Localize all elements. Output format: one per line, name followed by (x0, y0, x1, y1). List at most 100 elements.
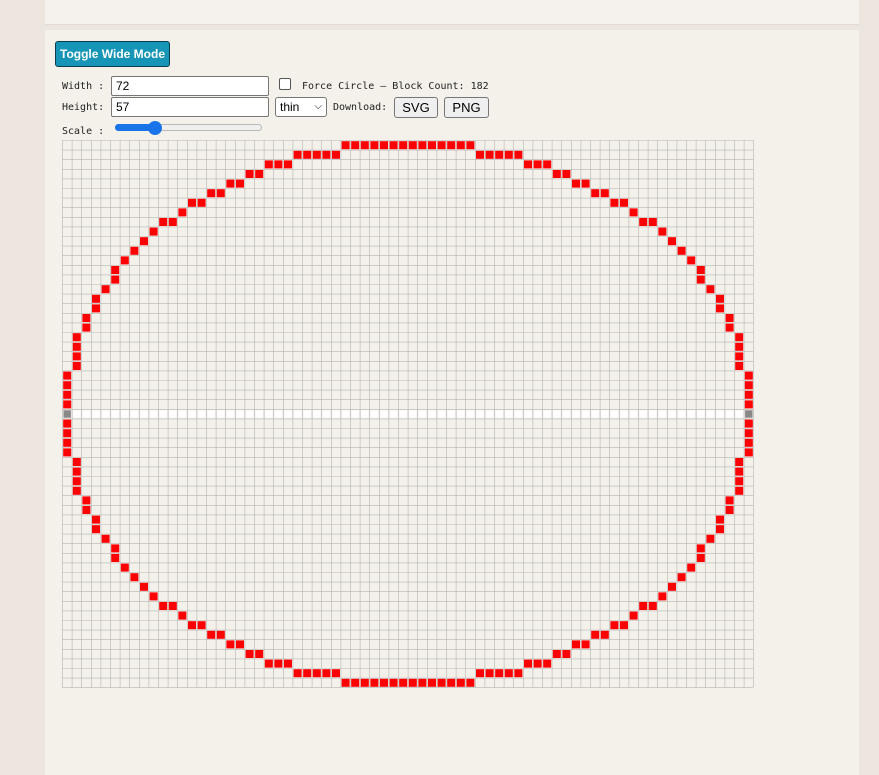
toggle-wide-mode-button[interactable]: Toggle Wide Mode (55, 41, 170, 67)
circle-block[interactable] (572, 640, 580, 649)
circle-block[interactable] (399, 678, 408, 687)
force-circle-checkbox[interactable] (279, 78, 291, 90)
circle-block[interactable] (389, 678, 398, 687)
circle-block[interactable] (476, 669, 484, 678)
circle-block[interactable] (725, 323, 734, 332)
circle-block[interactable] (696, 554, 705, 562)
circle-block[interactable] (735, 486, 744, 495)
circle-block[interactable] (744, 400, 753, 409)
circle-block[interactable] (351, 141, 360, 150)
circle-block[interactable] (63, 419, 72, 428)
circle-block[interactable] (744, 448, 753, 457)
circle-block[interactable] (101, 534, 110, 543)
circle-block[interactable] (207, 189, 216, 198)
circle-block[interactable] (696, 275, 705, 284)
circle-block[interactable] (341, 678, 350, 687)
circle-block[interactable] (744, 438, 753, 447)
circle-block[interactable] (428, 678, 436, 687)
circle-block[interactable] (140, 582, 148, 591)
circle-block[interactable] (63, 381, 72, 390)
circle-block[interactable] (130, 573, 139, 582)
circle-block[interactable] (648, 218, 657, 226)
circle-block[interactable] (620, 621, 628, 630)
circle-block[interactable] (437, 141, 446, 150)
circle-block[interactable] (63, 400, 72, 409)
circle-block[interactable] (82, 314, 91, 322)
circle-block[interactable] (264, 160, 273, 169)
height-input[interactable] (111, 97, 269, 117)
circle-block[interactable] (216, 630, 225, 639)
circle-block[interactable] (149, 592, 158, 601)
circle-block[interactable] (168, 218, 177, 226)
download-svg-button[interactable]: SVG (394, 97, 438, 118)
circle-block[interactable] (63, 390, 72, 399)
circle-block[interactable] (620, 198, 628, 207)
circle-block[interactable] (744, 381, 753, 390)
circle-block[interactable] (716, 304, 724, 313)
circle-block[interactable] (226, 179, 235, 188)
circle-block[interactable] (744, 371, 753, 380)
circle-block[interactable] (303, 669, 312, 678)
circle-block[interactable] (514, 669, 523, 678)
circle-block[interactable] (716, 294, 724, 303)
circle-block[interactable] (639, 218, 648, 226)
circle-block[interactable] (476, 150, 484, 159)
circle-block[interactable] (293, 150, 302, 159)
circle-block[interactable] (735, 477, 744, 486)
circle-block[interactable] (284, 160, 292, 169)
circle-block[interactable] (524, 160, 532, 169)
circle-block[interactable] (639, 602, 648, 610)
circle-block[interactable] (92, 304, 100, 313)
circle-block[interactable] (600, 630, 609, 639)
thickness-select[interactable]: thin ⌵ (275, 97, 327, 117)
circle-block[interactable] (735, 467, 744, 476)
circle-block[interactable] (572, 179, 580, 188)
circle-block[interactable] (236, 640, 244, 649)
circle-block[interactable] (610, 621, 619, 630)
circle-block[interactable] (744, 390, 753, 399)
circle-block[interactable] (111, 275, 120, 284)
circle-block[interactable] (735, 342, 744, 351)
circle-block[interactable] (168, 602, 177, 610)
circle-block[interactable] (389, 141, 398, 150)
circle-block[interactable] (72, 362, 81, 370)
circle-block[interactable] (485, 150, 494, 159)
circle-block[interactable] (485, 669, 494, 678)
circle-block[interactable] (514, 150, 523, 159)
circle-block[interactable] (351, 678, 360, 687)
circle-block[interactable] (399, 141, 408, 150)
circle-block[interactable] (274, 160, 283, 169)
circle-block[interactable] (677, 573, 686, 582)
circle-block[interactable] (668, 237, 676, 246)
circle-block[interactable] (245, 170, 254, 178)
width-input[interactable] (111, 76, 269, 96)
circle-block[interactable] (696, 544, 705, 553)
circle-block[interactable] (466, 678, 475, 687)
circle-block[interactable] (159, 602, 168, 610)
download-png-button[interactable]: PNG (444, 97, 489, 118)
circle-block[interactable] (332, 669, 340, 678)
circle-block[interactable] (562, 650, 571, 658)
circle-block[interactable] (687, 256, 696, 265)
circle-block[interactable] (332, 150, 340, 159)
circle-block[interactable] (255, 650, 264, 658)
circle-block[interactable] (447, 678, 456, 687)
circle-block[interactable] (360, 678, 369, 687)
circle-block[interactable] (82, 323, 91, 332)
circle-block[interactable] (677, 246, 686, 255)
circle-block[interactable] (524, 659, 532, 668)
circle-block[interactable] (591, 630, 600, 639)
circle-block[interactable] (648, 602, 657, 610)
circle-block[interactable] (236, 179, 244, 188)
circle-block[interactable] (725, 314, 734, 322)
circle-block[interactable] (72, 342, 81, 351)
circle-block[interactable] (312, 150, 321, 159)
circle-block[interactable] (658, 227, 667, 236)
circle-block[interactable] (72, 486, 81, 495)
circle-block[interactable] (600, 189, 609, 198)
circle-block[interactable] (533, 160, 542, 169)
circle-block[interactable] (370, 141, 379, 150)
circle-block[interactable] (629, 208, 638, 217)
circle-block[interactable] (63, 448, 72, 457)
circle-block[interactable] (687, 563, 696, 572)
